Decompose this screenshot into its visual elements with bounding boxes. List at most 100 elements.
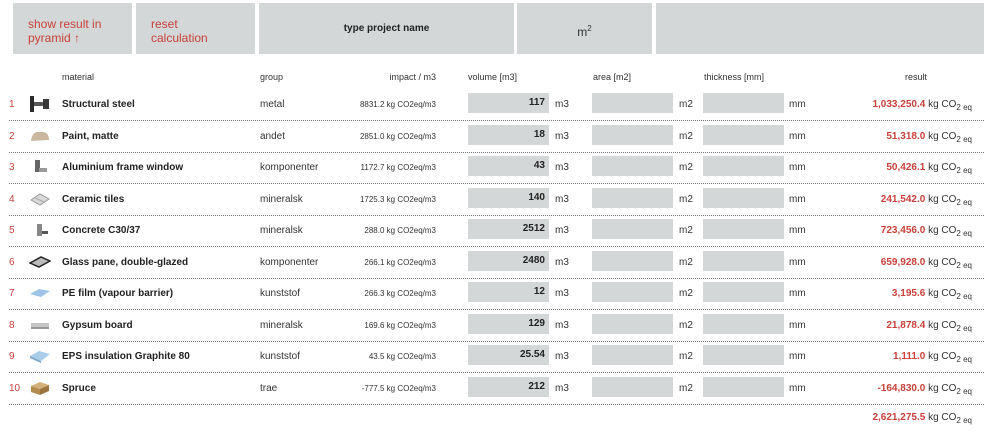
thickness-input[interactable] (703, 124, 784, 145)
volume-input[interactable]: 129 (468, 313, 549, 334)
material-name: Aluminium frame window (62, 162, 184, 173)
area-input[interactable] (592, 219, 673, 239)
material-group: mineralsk (260, 225, 303, 236)
area-input[interactable] (592, 345, 673, 365)
table-row: 6 Glass pane, double-glazed komponenter 266… (9, 247, 984, 279)
area-input[interactable] (592, 376, 673, 397)
area-input[interactable] (592, 250, 673, 271)
table-row: 2 Paint, matte andet 2851.0 kg CO2eq/m3 18 m3… (9, 121, 984, 153)
thickness-unit: mm (789, 162, 806, 173)
thickness-input[interactable] (703, 187, 784, 208)
area-input[interactable] (592, 187, 673, 208)
volume-unit: m3 (555, 319, 569, 331)
thickness-unit: mm (789, 382, 806, 394)
thickness-unit: mm (789, 319, 806, 331)
row-result: 21,878.4 kg CO2 eq (886, 319, 972, 333)
material-name: PE film (vapour barrier) (62, 288, 174, 299)
reset-calculation-button[interactable]: reset calculation (136, 3, 255, 54)
header-thickness: thickness [mm] (704, 72, 765, 82)
table-row: 10 Spruce trae -777.5 kg CO2eq/m3 212 m3 m2 mm -… (9, 373, 984, 405)
project-name-placeholder: type project name (343, 23, 430, 34)
volume-input[interactable]: 43 (468, 156, 549, 176)
header-material: material (62, 72, 95, 82)
concrete-icon (29, 222, 51, 238)
area-unit: m2 (679, 225, 693, 236)
material-group: mineralsk (260, 319, 303, 331)
row-number: 4 (9, 193, 15, 205)
volume-input[interactable]: 212 (468, 376, 549, 397)
show-pyramid-label: show result in pyramid ↑ (28, 17, 102, 45)
thickness-unit: mm (789, 351, 806, 362)
show-pyramid-button[interactable]: show result in pyramid ↑ (13, 3, 132, 54)
thickness-input[interactable] (703, 156, 784, 176)
material-impact: 1725.3 kg CO2eq/m3 (359, 194, 436, 204)
tiles-icon (29, 191, 51, 207)
area-unit: m2 (679, 130, 693, 142)
unit-selector[interactable]: m2 (517, 3, 652, 54)
material-impact: 43.5 kg CO2eq/m3 (368, 352, 436, 361)
window-frame-icon (29, 159, 51, 175)
area-input[interactable] (592, 124, 673, 145)
volume-unit: m3 (555, 193, 569, 205)
thickness-unit: mm (789, 256, 806, 268)
volume-input[interactable]: 2512 (468, 219, 549, 239)
area-input[interactable] (592, 156, 673, 176)
volume-input[interactable]: 117 (468, 93, 549, 113)
volume-input[interactable]: 2480 (468, 250, 549, 271)
row-number: 2 (9, 130, 15, 142)
material-group: trae (260, 382, 278, 394)
row-number: 5 (9, 225, 15, 236)
row-number: 1 (9, 99, 15, 110)
thickness-input[interactable] (703, 219, 784, 239)
volume-input[interactable]: 25.54 (468, 345, 549, 365)
area-input[interactable] (592, 282, 673, 302)
row-result: 659,928.0 kg CO2 eq (880, 256, 972, 270)
total-value: 2,621,275.5 (872, 412, 926, 423)
header-group: group (260, 72, 284, 82)
thickness-input[interactable] (703, 250, 784, 271)
thickness-input[interactable] (703, 93, 784, 113)
thickness-input[interactable] (703, 345, 784, 365)
material-group: kunststof (260, 288, 301, 299)
area-unit: m2 (679, 193, 693, 205)
total-result: 2,621,275.5 kg CO2 eq (872, 412, 972, 425)
material-impact: 288.0 kg CO2eq/m3 (364, 226, 436, 235)
row-number: 10 (9, 382, 21, 394)
thickness-input[interactable] (703, 313, 784, 334)
row-result: 3,195.6 kg CO2 eq (891, 288, 972, 301)
header-impact: impact / m3 (389, 72, 436, 82)
volume-input[interactable]: 140 (468, 187, 549, 208)
row-number: 7 (9, 288, 15, 299)
thickness-input[interactable] (703, 282, 784, 302)
row-result: 1,111.0 kg CO2 eq (893, 351, 972, 364)
steel-beam-icon (29, 96, 51, 112)
volume-input[interactable]: 18 (468, 124, 549, 145)
project-name-input[interactable]: type project name (259, 3, 514, 54)
material-impact: 8831.2 kg CO2eq/m3 (359, 100, 436, 109)
area-unit: m2 (679, 162, 693, 173)
table-row: 3 Aluminium frame window komponenter 1172.7… (9, 152, 984, 184)
material-name: Structural steel (62, 99, 135, 110)
header-area: area [m2] (593, 72, 632, 82)
row-result: 241,542.0 kg CO2 eq (880, 193, 972, 207)
volume-unit: m3 (555, 351, 569, 362)
volume-unit: m3 (555, 162, 569, 173)
row-result: 1,033,250.4 kg CO2 eq (872, 99, 972, 112)
thickness-input[interactable] (703, 376, 784, 397)
thickness-unit: mm (789, 99, 806, 110)
volume-input[interactable]: 12 (468, 282, 549, 302)
material-group: kunststof (260, 351, 301, 362)
area-unit: m2 (679, 351, 693, 362)
area-input[interactable] (592, 313, 673, 334)
row-number: 6 (9, 256, 15, 268)
header-result: result (904, 72, 927, 82)
material-name: Ceramic tiles (62, 193, 125, 205)
area-input[interactable] (592, 93, 673, 113)
volume-unit: m3 (555, 382, 569, 394)
material-name: EPS insulation Graphite 80 (62, 351, 190, 362)
material-name: Concrete C30/37 (62, 225, 141, 236)
material-name: Spruce (62, 382, 96, 394)
glass-pane-icon (28, 254, 52, 270)
paint-icon (29, 128, 51, 144)
table-row: 1 Structural steel metal 8831.2 kg CO2eq/m3… (9, 89, 984, 121)
